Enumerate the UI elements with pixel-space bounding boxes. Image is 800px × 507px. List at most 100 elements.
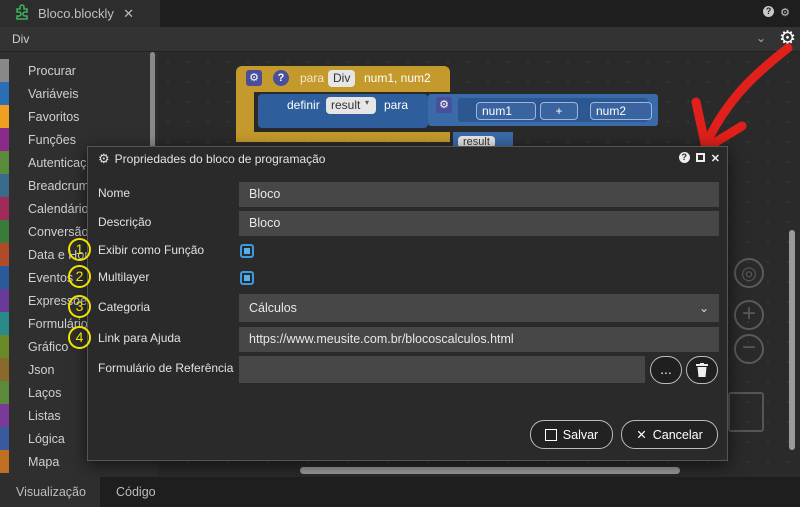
component-label: Div xyxy=(12,32,30,46)
num1-field[interactable]: num1 xyxy=(476,102,536,120)
category-swatch xyxy=(0,151,9,174)
marker-1: 1 xyxy=(68,238,91,261)
horizontal-scrollbar[interactable] xyxy=(300,467,680,474)
category-swatch xyxy=(0,427,9,450)
category-swatch xyxy=(0,197,9,220)
category-swatch xyxy=(0,381,9,404)
category-swatch xyxy=(0,174,9,197)
tab-visualizacao[interactable]: Visualização xyxy=(0,477,100,507)
maximize-icon[interactable] xyxy=(695,153,705,162)
category-swatch xyxy=(0,220,9,243)
category-swatch xyxy=(0,59,9,82)
marker-2: 2 xyxy=(68,265,91,288)
categoria-label: Categoria xyxy=(98,300,151,314)
toolbox-item-label: Json xyxy=(28,362,55,377)
toolbox-item-label: Mapa xyxy=(28,454,60,469)
category-swatch xyxy=(0,404,9,427)
categoria-value: Cálculos xyxy=(249,301,297,315)
tab-bar: Bloco.blockly ✕ ? ⚙ xyxy=(0,0,800,27)
close-icon[interactable]: ✕ xyxy=(711,152,720,165)
toolbox-item-label: Favoritos xyxy=(28,109,80,124)
descricao-input[interactable]: Bloco xyxy=(239,211,719,236)
toolbox-item[interactable]: Variáveis xyxy=(0,82,150,105)
trash-icon[interactable] xyxy=(728,392,764,432)
save-icon xyxy=(544,428,557,441)
toolbox-item-label: Funções xyxy=(28,132,76,147)
block-definir-label: definir xyxy=(287,98,320,112)
gear-icon[interactable]: ⚙ xyxy=(246,70,262,86)
gear-icon: ⚙ xyxy=(98,151,110,166)
category-swatch xyxy=(0,289,9,312)
operator-field[interactable]: + xyxy=(540,102,578,120)
block-params-label: num1, num2 xyxy=(364,71,431,85)
puzzle-icon xyxy=(14,4,30,23)
exibir-funcao-label: Exibir como Função xyxy=(98,243,205,257)
category-swatch xyxy=(0,450,9,473)
close-icon: ✕ xyxy=(636,428,647,442)
toolbox-item-label: Calendário xyxy=(28,201,89,216)
toolbox-item-label: Variáveis xyxy=(28,86,79,101)
center-icon[interactable]: ◎ xyxy=(734,258,764,288)
toolbox-item-label: Laços xyxy=(28,385,62,400)
link-ajuda-input[interactable]: https://www.meusite.com.br/blocoscalculo… xyxy=(239,327,719,352)
zoom-out-icon[interactable]: − xyxy=(734,334,764,364)
toolbox-item-label: Lógica xyxy=(28,431,65,446)
exibir-funcao-checkbox[interactable] xyxy=(240,244,254,258)
num2-field[interactable]: num2 xyxy=(590,102,652,120)
toolbox-item-label: Conversão xyxy=(28,224,89,239)
category-swatch xyxy=(0,335,9,358)
save-label: Salvar xyxy=(562,427,599,442)
cancel-label: Cancelar xyxy=(652,427,703,442)
cancel-button[interactable]: ✕ Cancelar xyxy=(621,420,718,449)
zoom-in-icon[interactable]: + xyxy=(734,300,764,330)
tab-codigo[interactable]: Código xyxy=(100,477,172,507)
block-properties-dialog: ⚙ Propriedades do bloco de programação ?… xyxy=(87,146,728,461)
descricao-label: Descrição xyxy=(98,215,152,229)
help-icon[interactable]: ? xyxy=(273,70,289,86)
delete-button[interactable] xyxy=(686,356,718,384)
tab-file[interactable]: Bloco.blockly ✕ xyxy=(0,0,160,27)
save-button[interactable]: Salvar xyxy=(530,420,613,449)
chevron-down-icon: ⌄ xyxy=(698,301,709,315)
categoria-select[interactable]: Cálculos ⌄ xyxy=(239,294,719,322)
close-tab-icon[interactable]: ✕ xyxy=(123,6,134,22)
toolbox-item-label: Procurar xyxy=(28,63,76,78)
tab-title: Bloco.blockly xyxy=(38,6,114,21)
marker-4: 4 xyxy=(68,326,91,349)
toolbox-item-label: Gráfico xyxy=(28,339,69,354)
category-swatch xyxy=(0,82,9,105)
formulario-referencia-input[interactable] xyxy=(239,356,645,383)
function-name-field[interactable]: Div xyxy=(328,70,356,87)
nome-input[interactable]: Bloco xyxy=(239,182,719,207)
category-swatch xyxy=(0,128,9,151)
toolbox-item[interactable]: Favoritos xyxy=(0,105,150,128)
trash-icon xyxy=(696,363,708,377)
multilayer-checkbox[interactable] xyxy=(240,271,254,285)
category-swatch xyxy=(0,105,9,128)
category-swatch xyxy=(0,243,9,266)
help-icon[interactable]: ? xyxy=(678,152,690,163)
nome-label: Nome xyxy=(98,186,131,200)
arrow-annotation xyxy=(691,43,793,153)
category-swatch xyxy=(0,312,9,335)
gear-icon[interactable]: ⚙ xyxy=(436,97,452,113)
dialog-title: Propriedades do bloco de programação xyxy=(114,152,326,166)
browse-button[interactable]: ... xyxy=(650,356,682,384)
block-para-label: para xyxy=(300,71,325,85)
multilayer-label: Multilayer xyxy=(98,270,150,284)
toolbox-item[interactable]: Procurar xyxy=(0,59,150,82)
category-swatch xyxy=(0,266,9,289)
help-icon[interactable]: ? xyxy=(763,6,775,17)
toolbox-item-label: Breadcrumb xyxy=(28,178,97,193)
bottom-bar: Visualização Código xyxy=(0,477,800,507)
vertical-scrollbar[interactable] xyxy=(789,230,795,450)
link-ajuda-label: Link para Ajuda xyxy=(98,331,181,345)
marker-3: 3 xyxy=(68,295,91,318)
settings-icon[interactable]: ⚙ xyxy=(780,6,790,19)
block-para2-label: para xyxy=(384,98,409,112)
category-swatch xyxy=(0,358,9,381)
formulario-referencia-label: Formulário de Referência xyxy=(98,361,234,375)
dialog-header: ⚙ Propriedades do bloco de programação ?… xyxy=(88,147,727,171)
toolbox-item-label: Listas xyxy=(28,408,61,423)
component-bar: Div ⌄ ⚙ xyxy=(0,27,800,52)
